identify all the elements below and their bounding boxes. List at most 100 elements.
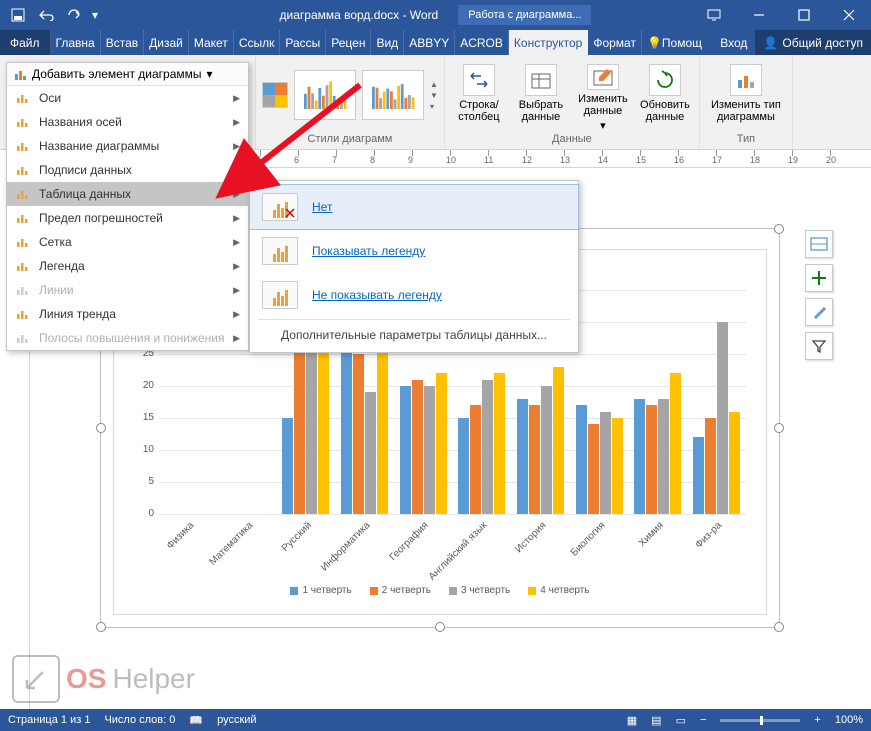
tab-review[interactable]: Рецен: [326, 30, 371, 55]
menu-item-3[interactable]: Подписи данных▶: [7, 158, 248, 182]
menu-item-0[interactable]: Оси▶: [7, 86, 248, 110]
tell-me[interactable]: 💡 Помощ: [642, 30, 707, 55]
watermark: OS Helper: [12, 655, 195, 703]
submenu-none[interactable]: Нет: [249, 184, 579, 230]
show-legend-icon: [262, 237, 298, 265]
switch-row-column-button[interactable]: Строка/столбец: [451, 60, 507, 130]
chart-sub-icon: [15, 258, 31, 274]
submenu-more-options[interactable]: Дополнительные параметры таблицы данных.…: [250, 322, 578, 348]
tab-layout[interactable]: Макет: [189, 30, 234, 55]
chevron-right-icon: ▶: [233, 93, 240, 104]
chart-layout-icon[interactable]: [805, 230, 833, 258]
chart-element-icon: [13, 67, 27, 81]
close-button[interactable]: [826, 0, 871, 30]
title-bar: ▾ диаграмма ворд.docx - Word Работа с ди…: [0, 0, 871, 30]
zoom-slider[interactable]: [720, 719, 800, 722]
tab-mailings[interactable]: Рассы: [280, 30, 326, 55]
tab-chart-design[interactable]: Конструктор: [509, 30, 588, 55]
select-data-button[interactable]: Выбрать данные: [513, 60, 569, 130]
refresh-data-button[interactable]: Обновить данные: [637, 60, 693, 130]
chart-sub-icon: [15, 234, 31, 250]
undo-button[interactable]: [32, 1, 60, 29]
submenu-show-legend[interactable]: Показывать легенду: [250, 229, 578, 273]
chart-filter-icon[interactable]: [805, 332, 833, 360]
chevron-right-icon: ▶: [233, 165, 240, 176]
tab-format[interactable]: Формат: [588, 30, 642, 55]
chart-styles-icon[interactable]: [805, 298, 833, 326]
tab-references[interactable]: Ссылк: [234, 30, 281, 55]
none-icon: [262, 193, 298, 221]
chart-sub-icon: [15, 186, 31, 202]
chevron-right-icon: ▶: [233, 285, 240, 296]
chevron-right-icon: ▶: [233, 237, 240, 248]
document-title: диаграмма ворд.docx - Word: [280, 8, 439, 22]
menu-item-5[interactable]: Предел погрешностей▶: [7, 206, 248, 230]
qat-customize[interactable]: ▾: [88, 1, 102, 29]
login-button[interactable]: Вход: [712, 30, 755, 55]
chart-sub-icon: [15, 138, 31, 154]
chart-side-buttons: [805, 230, 833, 360]
menu-item-6[interactable]: Сетка▶: [7, 230, 248, 254]
style-scroll-up[interactable]: ▲: [430, 80, 438, 89]
ribbon-tabs: Файл Главна Встав Дизай Макет Ссылк Расс…: [0, 30, 871, 55]
submenu-hide-legend[interactable]: Не показывать легенду: [250, 273, 578, 317]
chart-sub-icon: [15, 210, 31, 226]
menu-item-7[interactable]: Легенда▶: [7, 254, 248, 278]
tab-file[interactable]: Файл: [0, 30, 51, 55]
print-layout-icon[interactable]: ▤: [651, 714, 661, 727]
tab-design[interactable]: Дизай: [144, 30, 189, 55]
spellcheck-icon[interactable]: 📖: [189, 714, 203, 727]
chart-style-2[interactable]: [362, 70, 424, 120]
read-mode-icon[interactable]: ▦: [627, 714, 637, 727]
chart-sub-icon: [15, 90, 31, 106]
chart-legend[interactable]: 1 четверть2 четверть3 четверть4 четверть: [114, 585, 766, 596]
web-layout-icon[interactable]: ▭: [676, 714, 686, 727]
language-status[interactable]: русский: [217, 714, 256, 726]
group-styles-label: Стили диаграмм: [262, 131, 438, 147]
word-count[interactable]: Число слов: 0: [104, 714, 175, 726]
status-bar: Страница 1 из 1 Число слов: 0 📖 русский …: [0, 709, 871, 731]
menu-item-2[interactable]: Название диаграммы▶: [7, 134, 248, 158]
chart-sub-icon: [15, 114, 31, 130]
menu-item-8: Линии▶: [7, 278, 248, 302]
edit-data-button[interactable]: Изменить данные▾: [575, 60, 631, 130]
add-chart-element-menu: Добавить элемент диаграммы ▾ Оси▶Названи…: [6, 62, 249, 351]
change-chart-type-button[interactable]: Изменить тип диаграммы: [706, 60, 786, 130]
menu-item-1[interactable]: Названия осей▶: [7, 110, 248, 134]
chevron-right-icon: ▶: [233, 141, 240, 152]
page-status[interactable]: Страница 1 из 1: [8, 714, 90, 726]
chevron-right-icon: ▶: [233, 309, 240, 320]
add-chart-element-button[interactable]: Добавить элемент диаграммы ▾: [7, 63, 248, 86]
chevron-right-icon: ▶: [233, 261, 240, 272]
menu-item-4[interactable]: Таблица данных▶: [7, 182, 248, 206]
chart-sub-icon: [15, 330, 31, 346]
chart-elements-icon[interactable]: [805, 264, 833, 292]
ribbon-options-icon[interactable]: [691, 0, 736, 30]
style-scroll-down[interactable]: ▼: [430, 91, 438, 100]
tab-acrobat[interactable]: ACROB: [455, 30, 509, 55]
menu-item-9[interactable]: Линия тренда▶: [7, 302, 248, 326]
data-table-submenu: Нет Показывать легенду Не показывать лег…: [249, 180, 579, 353]
minimize-button[interactable]: [736, 0, 781, 30]
tab-view[interactable]: Вид: [371, 30, 404, 55]
maximize-button[interactable]: [781, 0, 826, 30]
chart-style-1[interactable]: [294, 70, 356, 120]
zoom-level[interactable]: 100%: [835, 714, 863, 726]
style-gallery-expand[interactable]: ▾: [430, 102, 438, 111]
contextual-tool-tab: Работа с диаграмма...: [458, 5, 591, 25]
change-colors-button[interactable]: [262, 82, 288, 108]
tab-abbyy[interactable]: ABBYY: [404, 30, 455, 55]
chevron-right-icon: ▶: [233, 117, 240, 128]
tab-insert[interactable]: Встав: [101, 30, 144, 55]
zoom-out[interactable]: −: [700, 714, 706, 726]
share-button[interactable]: 👤 Общий доступ: [755, 30, 871, 55]
zoom-in[interactable]: +: [814, 714, 820, 726]
group-data-label: Данные: [451, 131, 693, 147]
hide-legend-icon: [262, 281, 298, 309]
tab-home[interactable]: Главна: [51, 30, 101, 55]
save-button[interactable]: [4, 1, 32, 29]
chart-sub-icon: [15, 306, 31, 322]
chevron-right-icon: ▶: [233, 333, 240, 344]
redo-button[interactable]: [60, 1, 88, 29]
chart-sub-icon: [15, 162, 31, 178]
